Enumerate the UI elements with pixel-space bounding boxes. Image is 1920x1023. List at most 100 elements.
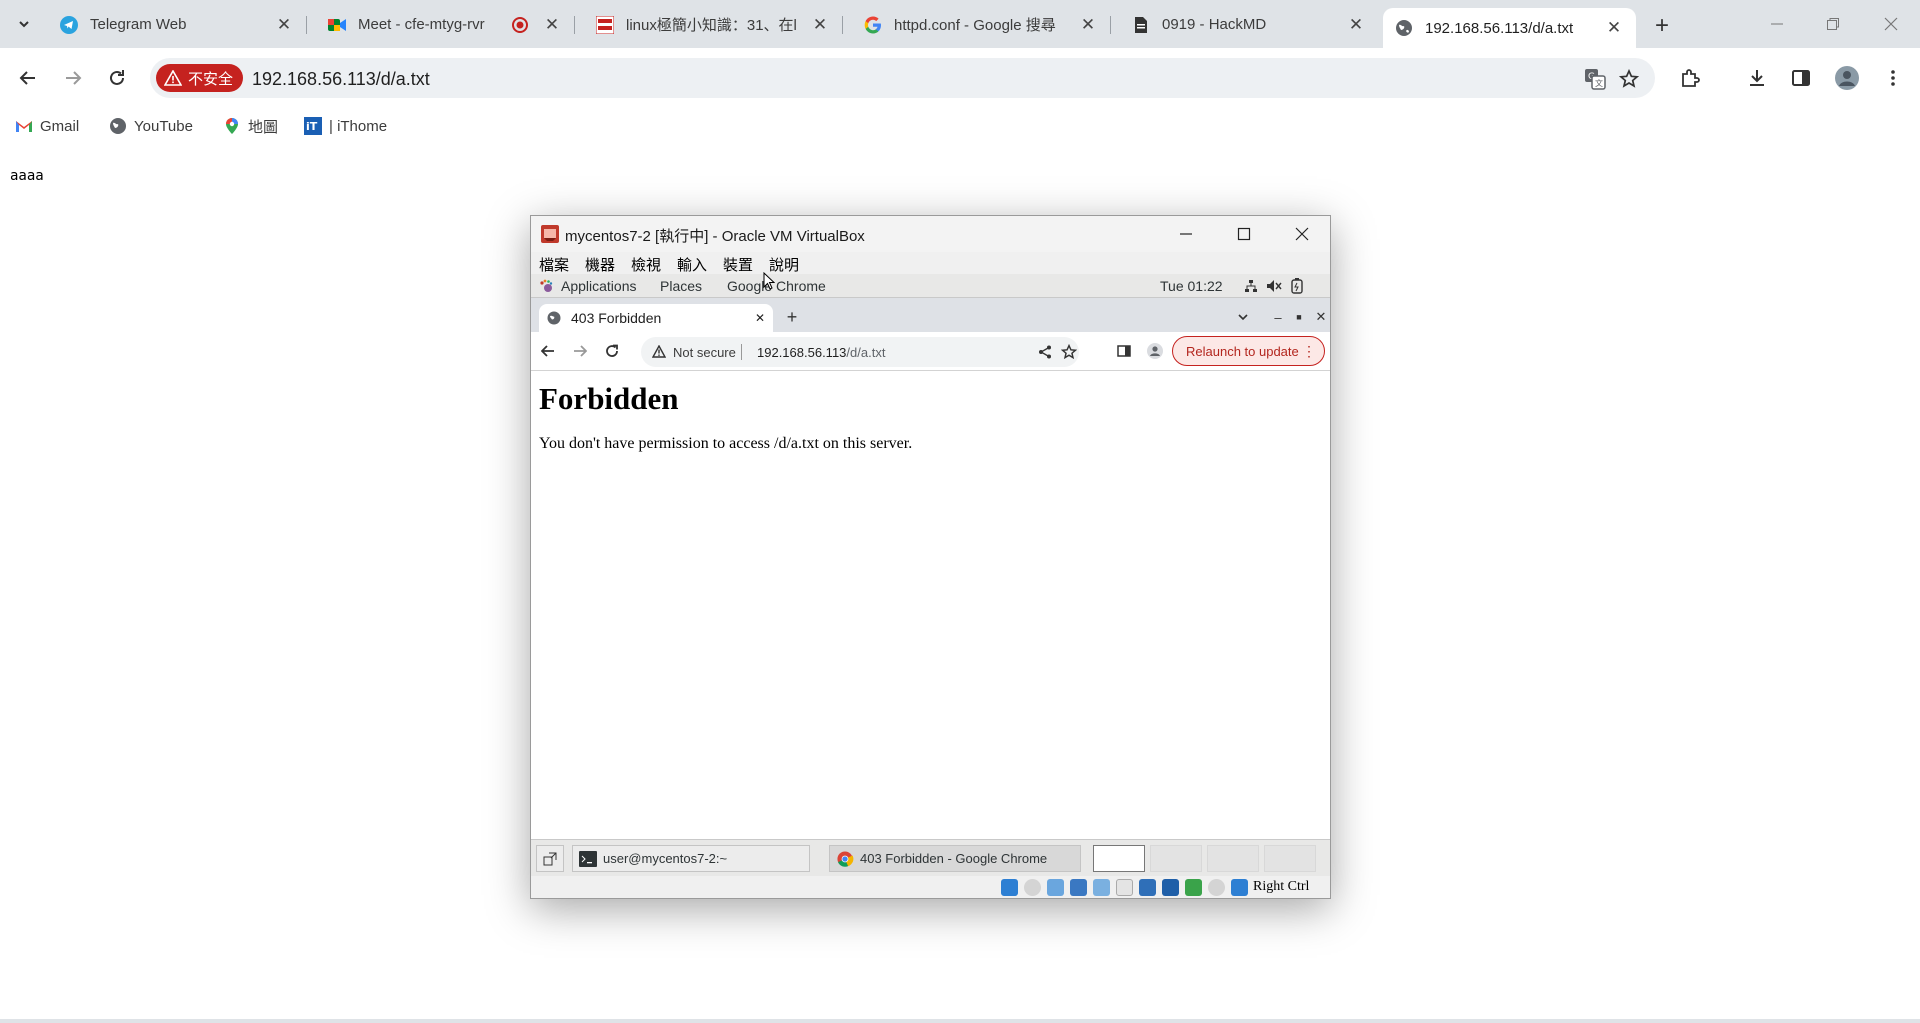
warning-icon[interactable] [652,345,666,358]
share-icon[interactable] [1038,345,1052,359]
tab-linux-article[interactable]: linux極簡小知識：31、在l ✕ [584,8,843,41]
window-title: mycentos7-2 [執行中] - Oracle VM VirtualBox [565,228,865,245]
telegram-icon [60,15,78,34]
guest-tab-403[interactable]: 403 Forbidden ✕ [539,304,773,332]
vbox-minimize-button[interactable] [1157,218,1215,250]
close-icon[interactable]: ✕ [1078,15,1098,35]
new-tab-button[interactable]: + [1648,12,1676,40]
workspace-3[interactable] [1207,845,1259,872]
page-heading: Forbidden [539,381,679,416]
star-icon[interactable] [1061,344,1077,360]
guest-display[interactable]: Applications Places Google Chrome Tue 01… [531,274,1330,876]
hard-disk-icon[interactable] [1001,879,1018,896]
bookmark-gmail[interactable]: Gmail [15,115,79,137]
extensions-button[interactable] [1673,61,1707,95]
guest-back-button[interactable] [537,340,559,362]
gnome-applications-menu[interactable]: Applications [561,278,637,294]
reload-button[interactable] [100,61,134,95]
profile-avatar[interactable] [1830,61,1864,95]
menu-file[interactable]: 檔案 [539,254,569,275]
audio-icon[interactable] [1047,879,1064,896]
minimize-button[interactable] [1754,8,1800,40]
close-icon[interactable]: ✕ [755,311,765,325]
gnome-clock[interactable]: Tue 01:22 [1160,278,1223,294]
arrow-right-icon [66,71,82,85]
guest-maximize-button[interactable]: ■ [1290,308,1308,326]
display-icon[interactable] [1139,879,1156,896]
guest-reload-button[interactable] [601,340,623,362]
guest-address-bar[interactable]: Not secure 192.168.56.113/d/a.txt [641,337,1079,367]
tab-title: Telegram Web [90,16,187,33]
security-warning-chip[interactable]: 不安全 [156,64,244,92]
menu-button[interactable] [1876,61,1910,95]
mouse-integration-icon[interactable] [1208,879,1225,896]
bookmark-youtube[interactable]: YouTube [109,115,193,137]
menu-devices[interactable]: 裝置 [723,254,753,275]
guest-new-tab-button[interactable]: + [783,307,801,327]
bookmark-ithome[interactable]: iT | iThome [304,115,387,137]
window-bottom-border [0,1019,1920,1023]
vbox-maximize-button[interactable] [1215,218,1273,250]
tab-active-a-txt[interactable]: 192.168.56.113/d/a.txt ✕ [1383,8,1636,48]
bookmark-star-button[interactable] [1616,66,1642,92]
guest-close-button[interactable]: ✕ [1312,308,1330,326]
kebab-menu-icon[interactable]: ⋮ [1302,343,1316,360]
tab-telegram[interactable]: Telegram Web ✕ [48,8,307,41]
guest-side-panel-button[interactable] [1113,340,1135,362]
show-desktop-button[interactable] [536,845,564,872]
close-icon[interactable]: ✕ [810,15,830,35]
cpu-activity-icon[interactable] [1185,879,1202,896]
workspace-4[interactable] [1264,845,1316,872]
downloads-button[interactable] [1740,61,1774,95]
translate-button[interactable]: G文 [1582,66,1608,92]
recording-icon [510,15,530,35]
network-adapter-icon[interactable] [1070,879,1087,896]
close-icon[interactable]: ✕ [1604,18,1624,38]
workspace-2[interactable] [1150,845,1202,872]
menu-view[interactable]: 檢視 [631,254,661,275]
menu-machine[interactable]: 機器 [585,254,615,275]
power-icon[interactable] [1290,278,1304,294]
optical-drive-icon[interactable] [1024,879,1041,896]
gnome-active-app[interactable]: Google Chrome [727,278,826,294]
forward-button[interactable] [56,61,90,95]
tab-google-search[interactable]: httpd.conf - Google 搜尋 ✕ [852,8,1111,41]
tab-search-button[interactable] [8,8,40,40]
url-text[interactable]: 192.168.56.113/d/a.txt [252,69,430,90]
network-icon[interactable] [1244,279,1258,293]
close-icon[interactable]: ✕ [1346,15,1366,35]
menu-input[interactable]: 輸入 [677,254,707,275]
usb-icon[interactable] [1093,879,1110,896]
workspace-1[interactable] [1093,845,1145,872]
tab-hackmd[interactable]: 0919 - HackMD ✕ [1120,8,1378,41]
guest-profile-button[interactable] [1144,340,1166,362]
tab-meet[interactable]: Meet - cfe-mtyg-rvr ✕ [316,8,575,41]
guest-url[interactable]: 192.168.56.113/d/a.txt [757,345,885,360]
close-window-button[interactable] [1868,8,1914,40]
bookmarks-bar: Gmail YouTube 地圖 iT | iThome [0,109,1920,143]
address-bar[interactable]: 不安全 192.168.56.113/d/a.txt G文 [150,58,1655,98]
close-icon[interactable]: ✕ [274,15,294,35]
volume-muted-icon[interactable] [1266,279,1282,293]
guest-minimize-button[interactable]: – [1269,308,1287,326]
recording-status-icon[interactable] [1162,879,1179,896]
taskbar-chrome[interactable]: 403 Forbidden - Google Chrome [829,845,1081,872]
bookmark-maps[interactable]: 地圖 [223,115,278,137]
relaunch-to-update-button[interactable]: Relaunch to update ⋮ [1172,336,1325,366]
keyboard-capture-icon[interactable] [1231,879,1248,896]
minimize-icon [1180,233,1192,235]
vbox-close-button[interactable] [1273,218,1331,250]
taskbar-label: 403 Forbidden - Google Chrome [860,851,1048,866]
back-button[interactable] [11,61,45,95]
virtualbox-titlebar[interactable]: mycentos7-2 [執行中] - Oracle VM VirtualBox [531,216,1330,252]
shared-folders-icon[interactable] [1116,879,1133,896]
taskbar-terminal[interactable]: user@mycentos7-2:~ [572,845,810,872]
gnome-places-menu[interactable]: Places [660,278,702,294]
guest-forward-button[interactable] [569,340,591,362]
close-icon[interactable]: ✕ [542,15,562,35]
restore-button[interactable] [1810,8,1856,40]
side-panel-button[interactable] [1784,61,1818,95]
tab-title: 192.168.56.113/d/a.txt [1425,19,1574,37]
url-path: /d/a.txt [846,345,886,360]
guest-tab-search-button[interactable] [1234,308,1252,326]
